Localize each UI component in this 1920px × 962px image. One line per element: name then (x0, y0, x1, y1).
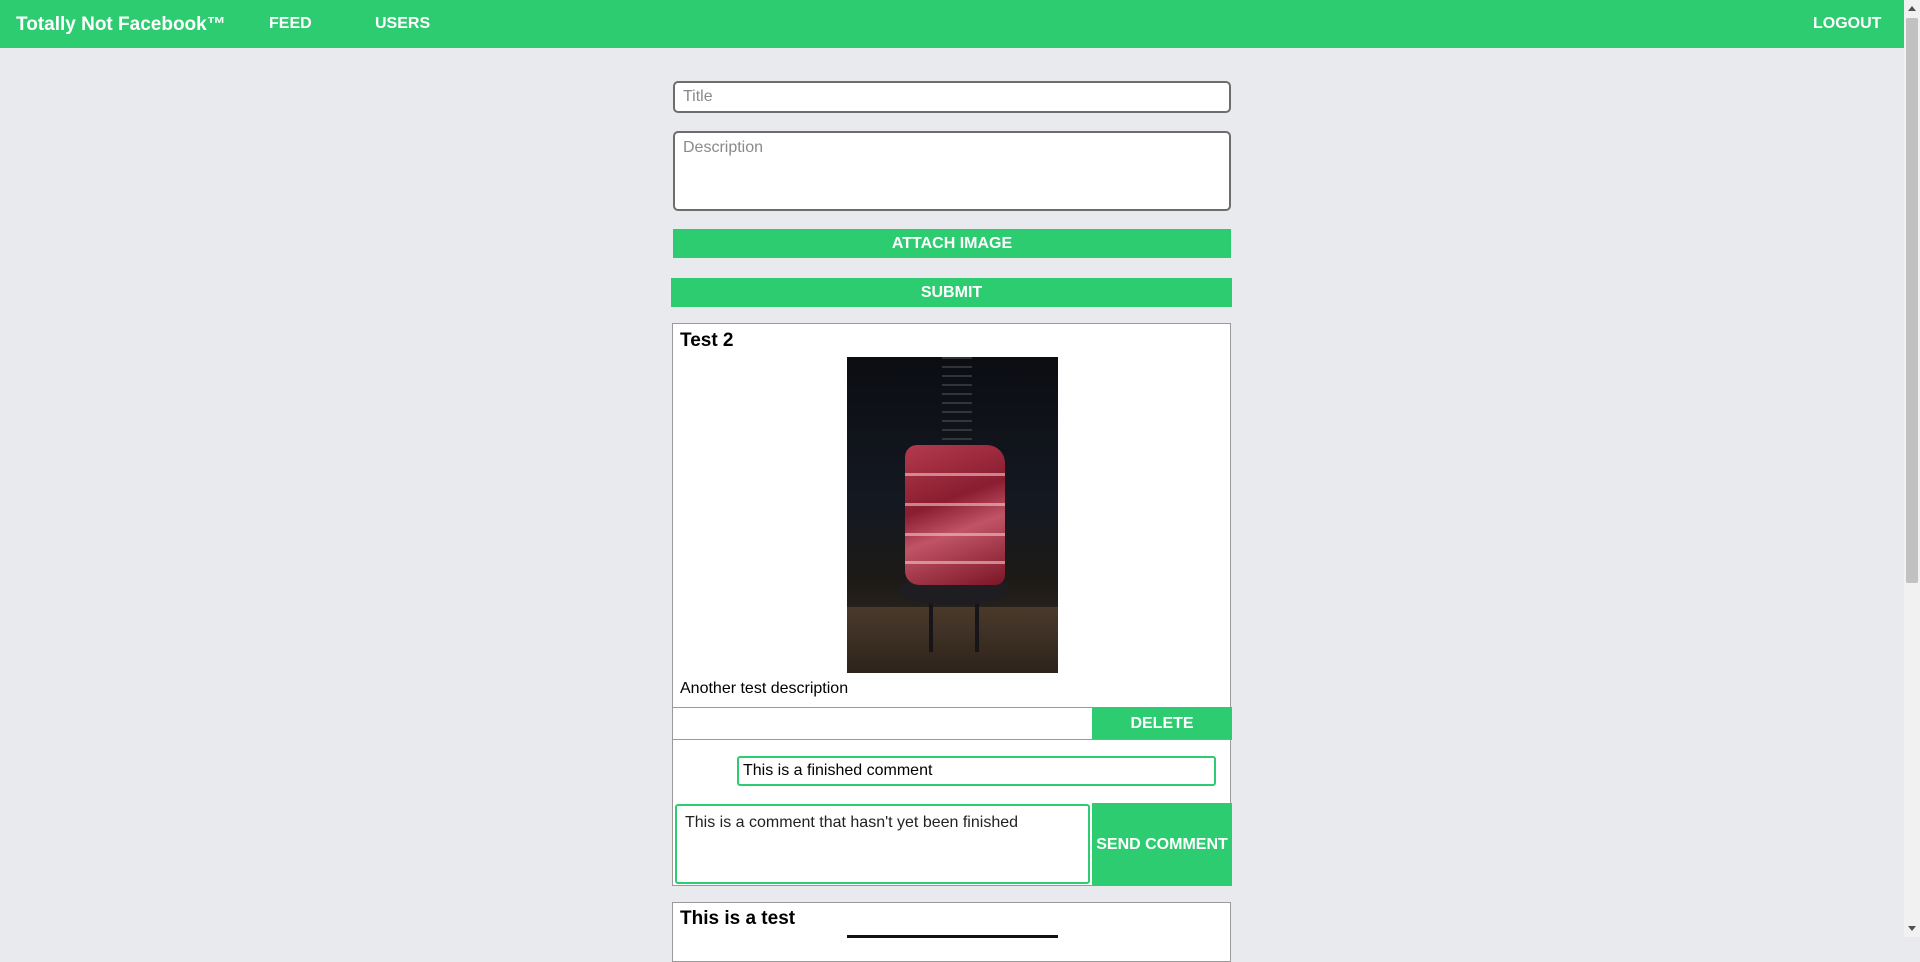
brand-logo[interactable]: Totally Not Facebook™ (16, 14, 226, 36)
post-action-row: DELETE (672, 707, 1232, 740)
nav-users-link[interactable]: USERS (375, 15, 430, 33)
post-card: This is a test (672, 902, 1231, 962)
scroll-thumb[interactable] (1906, 18, 1918, 583)
post-image (847, 357, 1058, 673)
delete-post-button[interactable]: DELETE (1092, 707, 1232, 740)
page-scrollbar[interactable] (1904, 0, 1920, 937)
post-title: This is a test (680, 908, 796, 929)
post-card: Test 2 Another test description (672, 323, 1231, 708)
post-title-input[interactable] (673, 81, 1231, 113)
image-salt-sprinkle (942, 357, 972, 457)
comment-input[interactable]: This is a comment that hasn't yet been f… (675, 804, 1090, 884)
nav-feed-link[interactable]: FEED (269, 15, 312, 33)
submit-post-button[interactable]: SUBMIT (671, 278, 1232, 307)
scroll-down-arrow-icon[interactable] (1908, 926, 1916, 931)
post-description: Another test description (680, 680, 849, 697)
image-table-surface (847, 607, 1058, 673)
comments-section: This is a finished comment This is a com… (672, 739, 1232, 886)
attach-image-button[interactable]: ATTACH IMAGE (673, 229, 1231, 258)
send-comment-button[interactable]: SEND COMMENT (1092, 803, 1232, 886)
top-navbar: Totally Not Facebook™ FEED USERS LOGOUT (0, 0, 1904, 48)
post-description-input[interactable] (673, 131, 1231, 211)
comment-item: This is a finished comment (737, 756, 1216, 786)
image-meat (905, 445, 1005, 585)
logout-link[interactable]: LOGOUT (1813, 15, 1881, 33)
post-title: Test 2 (680, 330, 734, 351)
scroll-up-arrow-icon[interactable] (1908, 6, 1916, 11)
